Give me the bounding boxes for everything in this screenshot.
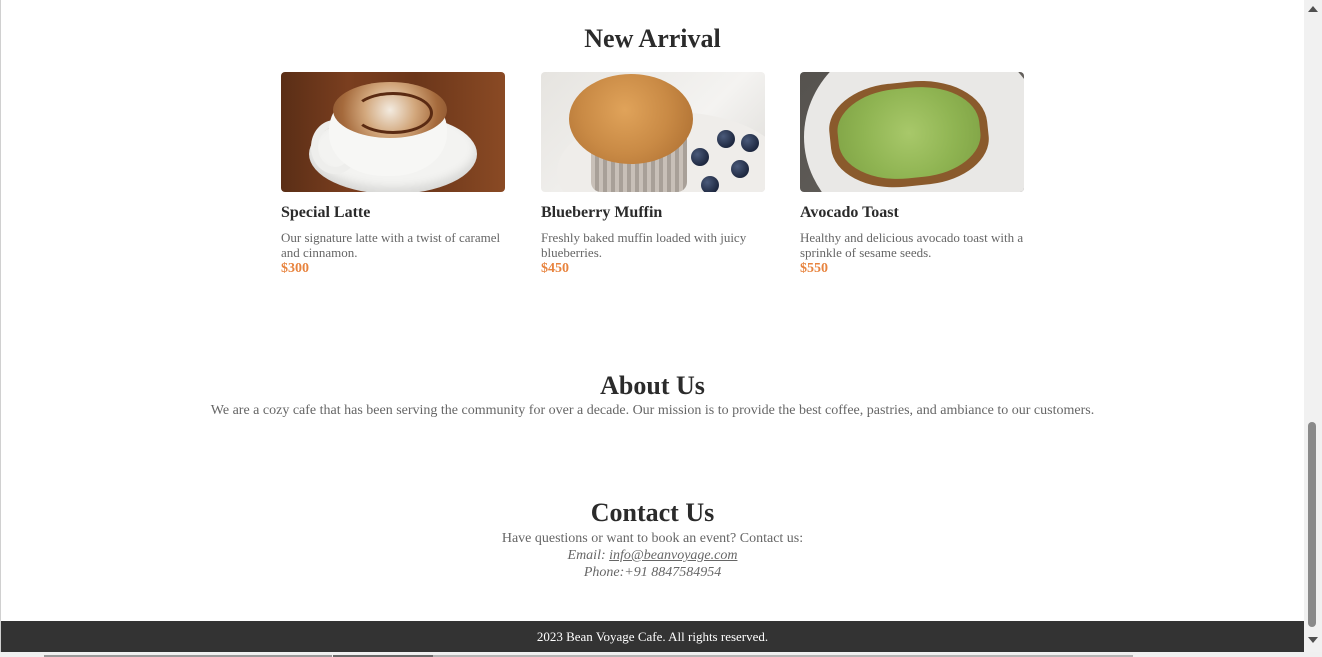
about-text: We are a cozy cafe that has been serving… (210, 403, 1095, 418)
about-heading: About Us (600, 371, 705, 400)
contact-intro: Have questions or want to book an event?… (501, 531, 804, 546)
scrollbar-thumb[interactable] (1308, 422, 1316, 627)
product-name: Special Latte (281, 204, 371, 221)
page-viewport: New Arrival Special Latte Our signature … (1, 0, 1304, 652)
avocado-toast-image (800, 72, 1024, 192)
footer: 2023 Bean Voyage Cafe. All rights reserv… (1, 621, 1304, 652)
product-name: Avocado Toast (800, 204, 899, 221)
vertical-scrollbar[interactable] (1304, 0, 1322, 652)
product-card-muffin[interactable]: Blueberry Muffin Freshly baked muffin lo… (541, 72, 765, 277)
product-description: Freshly baked muffin loaded with juicy b… (541, 230, 747, 260)
scroll-down-arrow-icon[interactable] (1304, 631, 1322, 648)
product-price: $300 (281, 261, 309, 276)
scroll-up-arrow-icon[interactable] (1304, 0, 1322, 17)
latte-image (281, 72, 505, 192)
product-name: Blueberry Muffin (541, 204, 663, 221)
product-card-avocado[interactable]: Avocado Toast Healthy and delicious avoc… (800, 72, 1024, 277)
contact-email-line: Email: info@beanvoyage.com (1, 547, 1304, 564)
product-description: Healthy and delicious avocado toast with… (800, 230, 1024, 260)
email-label: Email: (567, 548, 610, 563)
contact-heading: Contact Us (590, 498, 715, 527)
muffin-image (541, 72, 765, 192)
product-description: Our signature latte with a twist of cara… (281, 230, 501, 260)
email-link[interactable]: info@beanvoyage.com (609, 548, 737, 563)
horizontal-scrollbar[interactable] (0, 652, 1322, 657)
new-arrival-heading: New Arrival (584, 24, 721, 53)
product-price: $550 (800, 261, 828, 276)
product-price: $450 (541, 261, 569, 276)
product-card-latte[interactable]: Special Latte Our signature latte with a… (281, 72, 505, 277)
contact-phone: Phone:+91 8847584954 (583, 565, 722, 580)
